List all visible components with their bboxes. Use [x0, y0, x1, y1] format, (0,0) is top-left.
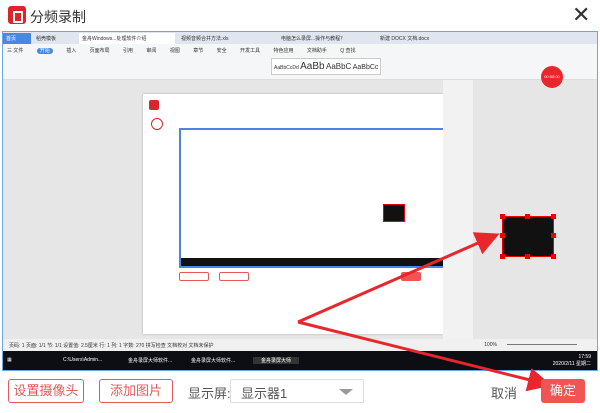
annotation-arrows: [297, 232, 552, 392]
set-camera-button[interactable]: 设置摄像头: [8, 379, 84, 403]
add-image-button[interactable]: 添加图片: [99, 379, 173, 403]
chevron-down-icon: [339, 389, 353, 395]
display-label: 显示屏:: [188, 386, 231, 401]
arrow: [297, 232, 500, 324]
display-select[interactable]: 显示器1: [230, 379, 364, 403]
cancel-button[interactable]: 取消: [491, 383, 517, 402]
arrow: [297, 320, 552, 392]
display-value: 显示器1: [241, 386, 288, 401]
confirm-button[interactable]: 确定: [541, 379, 585, 403]
